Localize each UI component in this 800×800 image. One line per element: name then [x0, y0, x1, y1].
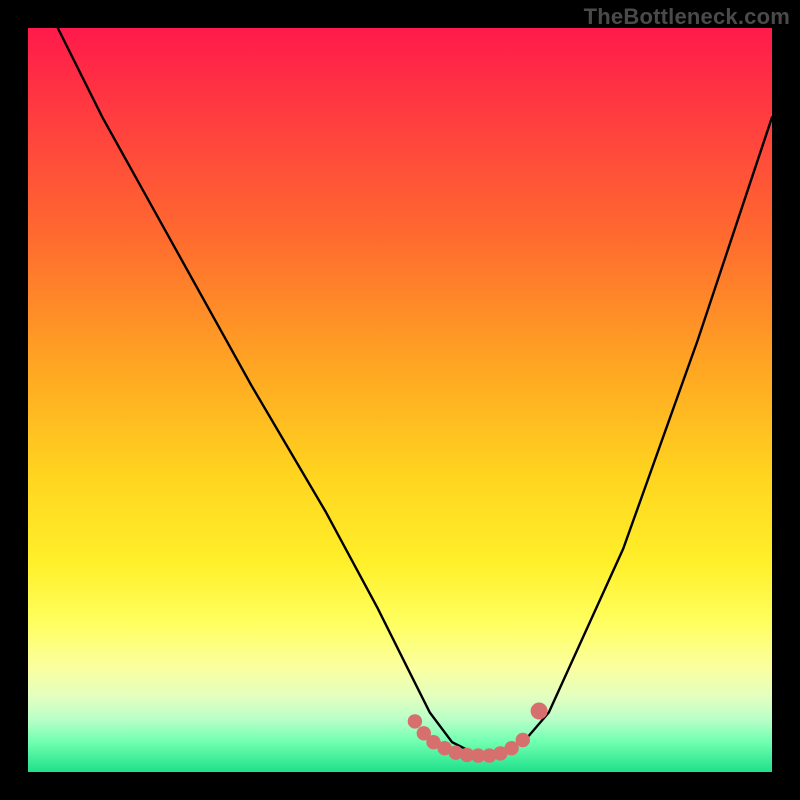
optimal-marker	[531, 703, 548, 720]
optimal-marker	[516, 733, 530, 747]
watermark-text: TheBottleneck.com	[584, 4, 790, 30]
optimal-marker	[408, 714, 422, 728]
plot-area	[28, 28, 772, 772]
bottleneck-curve	[58, 28, 772, 756]
chart-frame: TheBottleneck.com	[0, 0, 800, 800]
curve-layer	[28, 28, 772, 772]
